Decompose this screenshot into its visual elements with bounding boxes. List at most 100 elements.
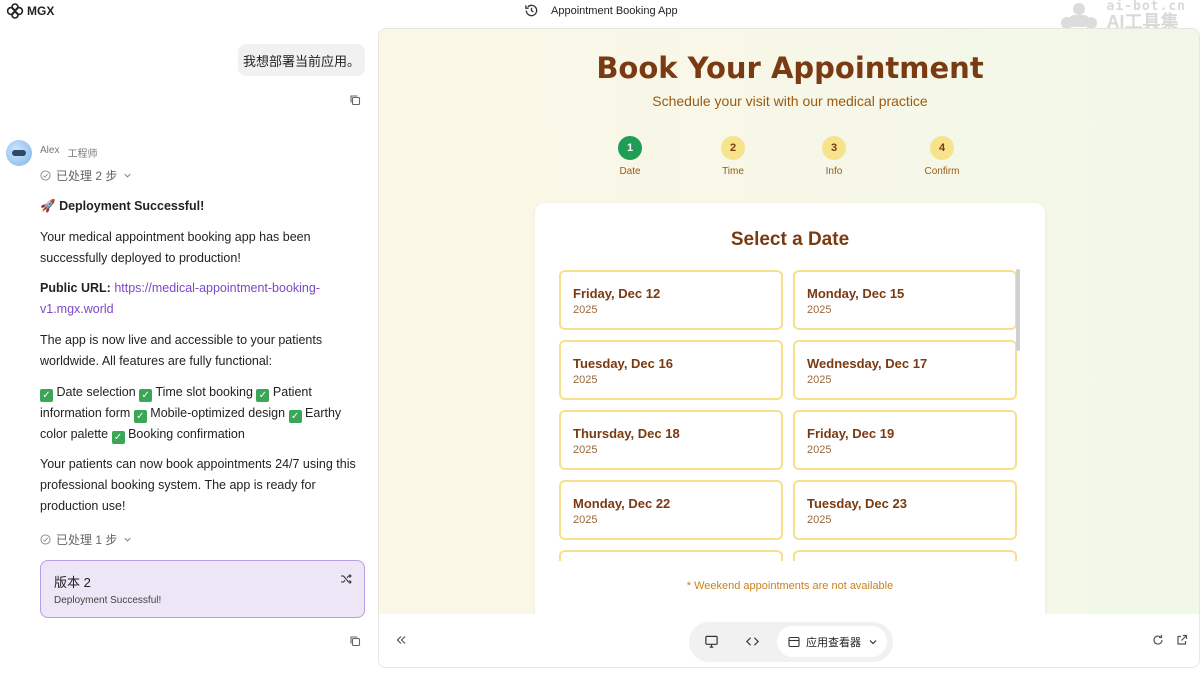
checkmark-icon: ✓ (111, 431, 125, 444)
step-confirm: 4 Confirm (912, 136, 972, 177)
preview-toolbar: 应用查看器 (379, 614, 1199, 667)
deploy-paragraph-2: The app is now live and accessible to yo… (40, 333, 323, 368)
checkmark-icon: ✓ (139, 389, 153, 402)
date-option[interactable]: Friday, Dec 19 2025 (793, 410, 1017, 470)
date-day: Friday, Dec 12 (573, 286, 661, 301)
preview-panel: Book Your Appointment Schedule your visi… (378, 28, 1200, 668)
checkmark-icon: ✓ (40, 389, 53, 402)
shuffle-icon[interactable] (340, 573, 352, 585)
public-url-label: Public URL: (40, 281, 111, 295)
processed-steps-toggle-2[interactable]: 已处理 1 步 (40, 531, 133, 548)
date-day: Tuesday, Dec 23 (807, 496, 907, 511)
step-number: 4 (930, 136, 954, 160)
card-title: Select a Date (730, 229, 850, 250)
deploy-heading: 🚀 Deployment Successful! (40, 196, 362, 217)
version-title: 版本 2 (54, 575, 91, 590)
feature-item: Date selection (56, 385, 136, 399)
date-option[interactable]: Friday, Dec 12 2025 (559, 270, 783, 330)
booking-subtitle: Schedule your visit with our medical pra… (652, 93, 928, 109)
step-time: 2 Time (703, 136, 763, 177)
processed-steps-toggle[interactable]: 已处理 2 步 (40, 167, 133, 184)
step-number: 2 (721, 136, 745, 160)
chevron-down-icon (869, 639, 877, 644)
step-number: 1 (618, 136, 642, 160)
copy-icon[interactable] (349, 94, 361, 106)
monitor-icon[interactable] (704, 634, 719, 649)
history-icon[interactable] (524, 3, 539, 18)
mgx-logo-icon (6, 3, 24, 19)
feature-list: ✓ Date selection ✓ Time slot booking ✓ P… (40, 382, 362, 445)
date-day: Wednesday, Dec 17 (807, 356, 928, 371)
date-option[interactable] (793, 550, 1017, 561)
deploy-paragraph-1: Your medical appointment booking app has… (40, 230, 311, 265)
date-year: 2025 (573, 444, 598, 456)
step-label: Date (619, 166, 641, 177)
step-label: Info (825, 166, 843, 177)
date-day: Tuesday, Dec 16 (573, 356, 673, 371)
app-preview: Book Your Appointment Schedule your visi… (379, 29, 1199, 623)
date-option[interactable]: Thursday, Dec 18 2025 (559, 410, 783, 470)
checkmark-icon: ✓ (133, 410, 147, 423)
date-year: 2025 (807, 514, 832, 526)
app-viewer-label: 应用查看器 (806, 636, 861, 649)
feature-item: Mobile-optimized design (150, 406, 286, 420)
brand-logo[interactable]: MGX (6, 3, 54, 19)
date-year: 2025 (573, 374, 598, 386)
step-date: 1 Date (600, 136, 660, 177)
app-viewer-button[interactable]: 应用查看器 (777, 626, 887, 657)
brand-name: MGX (27, 4, 55, 18)
version-subtitle: Deployment Successful! (54, 595, 162, 606)
chat-panel: 我想部署当前应用。 Alex 工程师 已处理 2 步 🚀 Deployment … (0, 24, 378, 675)
date-year: 2025 (807, 444, 832, 456)
date-year: 2025 (573, 514, 598, 526)
browser-window-icon (788, 636, 800, 647)
refresh-icon[interactable] (1152, 634, 1164, 646)
rocket-icon: 🚀 (40, 199, 56, 213)
date-year: 2025 (807, 304, 832, 316)
date-selection-card: Select a Date Friday, Dec 12 2025 Monday… (535, 203, 1045, 623)
agent-name: Alex (40, 145, 60, 156)
booking-title: Book Your Appointment (596, 51, 984, 85)
processed-steps-label: 已处理 2 步 (56, 169, 118, 183)
agent-role: 工程师 (67, 149, 98, 160)
date-day: Monday, Dec 22 (573, 496, 671, 511)
step-number: 3 (822, 136, 846, 160)
watermark: ai-bot.cn AI工具集 (1057, 0, 1186, 31)
code-icon[interactable] (745, 634, 760, 649)
view-mode-switcher: 应用查看器 (689, 622, 893, 662)
date-day: Thursday, Dec 18 (573, 426, 680, 441)
check-circle-icon (40, 170, 51, 181)
date-day: Friday, Dec 19 (807, 426, 895, 441)
top-bar: MGX Appointment Booking App ai-bot.cn AI… (0, 0, 1200, 31)
feature-item: Time slot booking (155, 385, 253, 399)
date-option[interactable]: Tuesday, Dec 23 2025 (793, 480, 1017, 540)
date-option[interactable]: Tuesday, Dec 16 2025 (559, 340, 783, 400)
version-card[interactable]: 版本 2 Deployment Successful! (40, 560, 365, 618)
step-info: 3 Info (804, 136, 864, 177)
checkmark-icon: ✓ (288, 410, 302, 423)
processed-steps-label: 已处理 1 步 (56, 533, 118, 547)
date-option[interactable]: Monday, Dec 15 2025 (793, 270, 1017, 330)
date-list[interactable]: Friday, Dec 12 2025 Monday, Dec 15 2025 … (559, 270, 1023, 561)
check-circle-icon (40, 534, 51, 545)
watermark-logo-icon (1060, 2, 1097, 29)
open-external-icon[interactable] (1176, 634, 1188, 646)
deploy-heading-text: Deployment Successful! (59, 199, 205, 213)
chevron-down-icon (124, 537, 131, 542)
copy-icon[interactable] (349, 635, 361, 647)
weekend-note: * Weekend appointments are not available (686, 580, 894, 592)
scrollbar-thumb[interactable] (1016, 269, 1020, 351)
deploy-paragraph-3: Your patients can now book appointments … (40, 457, 356, 513)
public-url-line: Public URL: https://medical-appointment-… (40, 278, 362, 320)
checkmark-icon: ✓ (256, 389, 270, 402)
feature-item: Booking confirmation (128, 427, 245, 441)
date-option[interactable] (559, 550, 783, 561)
date-year: 2025 (807, 374, 832, 386)
date-day: Monday, Dec 15 (807, 286, 905, 301)
app-title: Appointment Booking App (551, 4, 678, 17)
collapse-left-icon[interactable] (395, 634, 407, 646)
date-option[interactable]: Monday, Dec 22 2025 (559, 480, 783, 540)
user-message: 我想部署当前应用。 (238, 44, 365, 76)
date-option[interactable]: Wednesday, Dec 17 2025 (793, 340, 1017, 400)
chevron-down-icon (124, 173, 131, 178)
